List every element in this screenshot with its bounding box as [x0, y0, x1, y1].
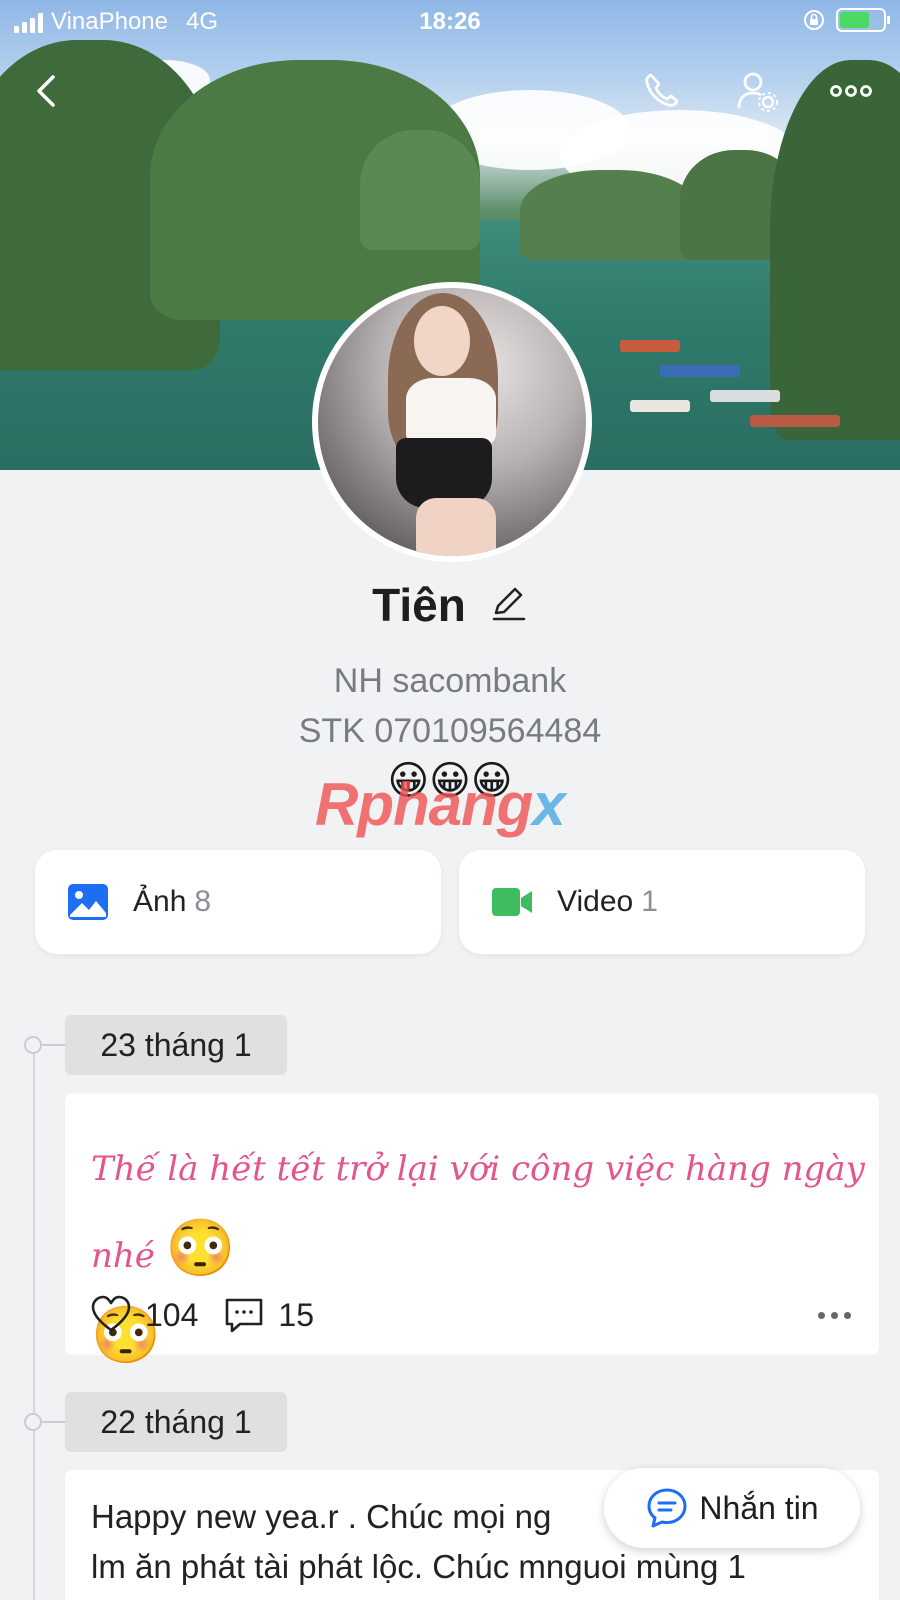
post-more-button[interactable] — [818, 1311, 851, 1319]
timeline-line — [33, 1045, 35, 1600]
like-count: 104 — [145, 1296, 199, 1333]
photos-card[interactable]: Ảnh 8 — [35, 850, 441, 954]
chat-bubble-icon — [647, 1488, 687, 1528]
video-camera-icon — [492, 888, 532, 916]
boats — [600, 320, 860, 440]
cliff-center — [360, 130, 480, 250]
videos-card[interactable]: Video 1 — [459, 850, 865, 954]
photos-count: 8 — [194, 885, 212, 918]
post-card[interactable]: Thế là hết tết trở lại với công việc hàn… — [65, 1093, 879, 1368]
image-icon — [68, 884, 108, 920]
user-gear-icon — [737, 72, 778, 112]
call-button[interactable] — [636, 66, 686, 116]
cliff-right-mid — [520, 170, 700, 260]
rotation-lock-icon — [804, 10, 824, 30]
watermark-part-1: Rphang — [315, 771, 533, 838]
message-button-label: Nhắn tin — [699, 1489, 819, 1526]
date-chip: 22 tháng 1 — [65, 1392, 287, 1452]
back-button[interactable] — [22, 66, 72, 116]
post-text-line: Happy new yea.r . Chúc mọi ng — [91, 1498, 552, 1535]
more-options-button[interactable] — [826, 66, 876, 116]
status-bar: VinaPhone 4G 18:26 — [0, 0, 900, 44]
post-text-line: lm ăn phát tài phát lộc. Chúc mnguoi mùn… — [91, 1548, 746, 1585]
profile-name-row: Tiên — [0, 578, 900, 632]
heart-icon[interactable] — [91, 1295, 131, 1335]
post-actions: 104 15 — [91, 1295, 851, 1335]
post-text: Thế là hết tết trở lại với công việc hàn… — [91, 1129, 871, 1383]
videos-count: 1 — [641, 885, 658, 918]
clock: 18:26 — [419, 8, 481, 35]
comment-icon[interactable] — [224, 1295, 264, 1335]
watermark-part-2: x — [532, 771, 565, 838]
profile-name: Tiên — [372, 579, 466, 631]
avatar[interactable] — [312, 282, 592, 562]
date-chip: 23 tháng 1 — [65, 1015, 287, 1075]
battery-icon — [836, 8, 890, 32]
timeline-dot — [24, 1413, 66, 1431]
chevron-left-icon — [37, 75, 55, 107]
bio-line-1: NH sacombank — [333, 662, 567, 700]
comment-count: 15 — [278, 1296, 314, 1333]
message-button[interactable]: Nhắn tin — [604, 1468, 860, 1548]
edit-name-button[interactable] — [488, 583, 528, 628]
profile-settings-button[interactable] — [732, 66, 782, 116]
watermark: Rphangx — [315, 770, 566, 839]
timeline-dot — [24, 1036, 66, 1054]
more-dots-icon — [830, 85, 872, 97]
bio-line-2: STK 070109564484 — [298, 712, 602, 750]
videos-label: Video — [557, 885, 634, 918]
photos-label: Ảnh — [133, 885, 187, 918]
pencil-icon — [492, 587, 526, 620]
post-emoji: 😳 — [165, 1216, 236, 1281]
phone-icon — [645, 73, 679, 107]
